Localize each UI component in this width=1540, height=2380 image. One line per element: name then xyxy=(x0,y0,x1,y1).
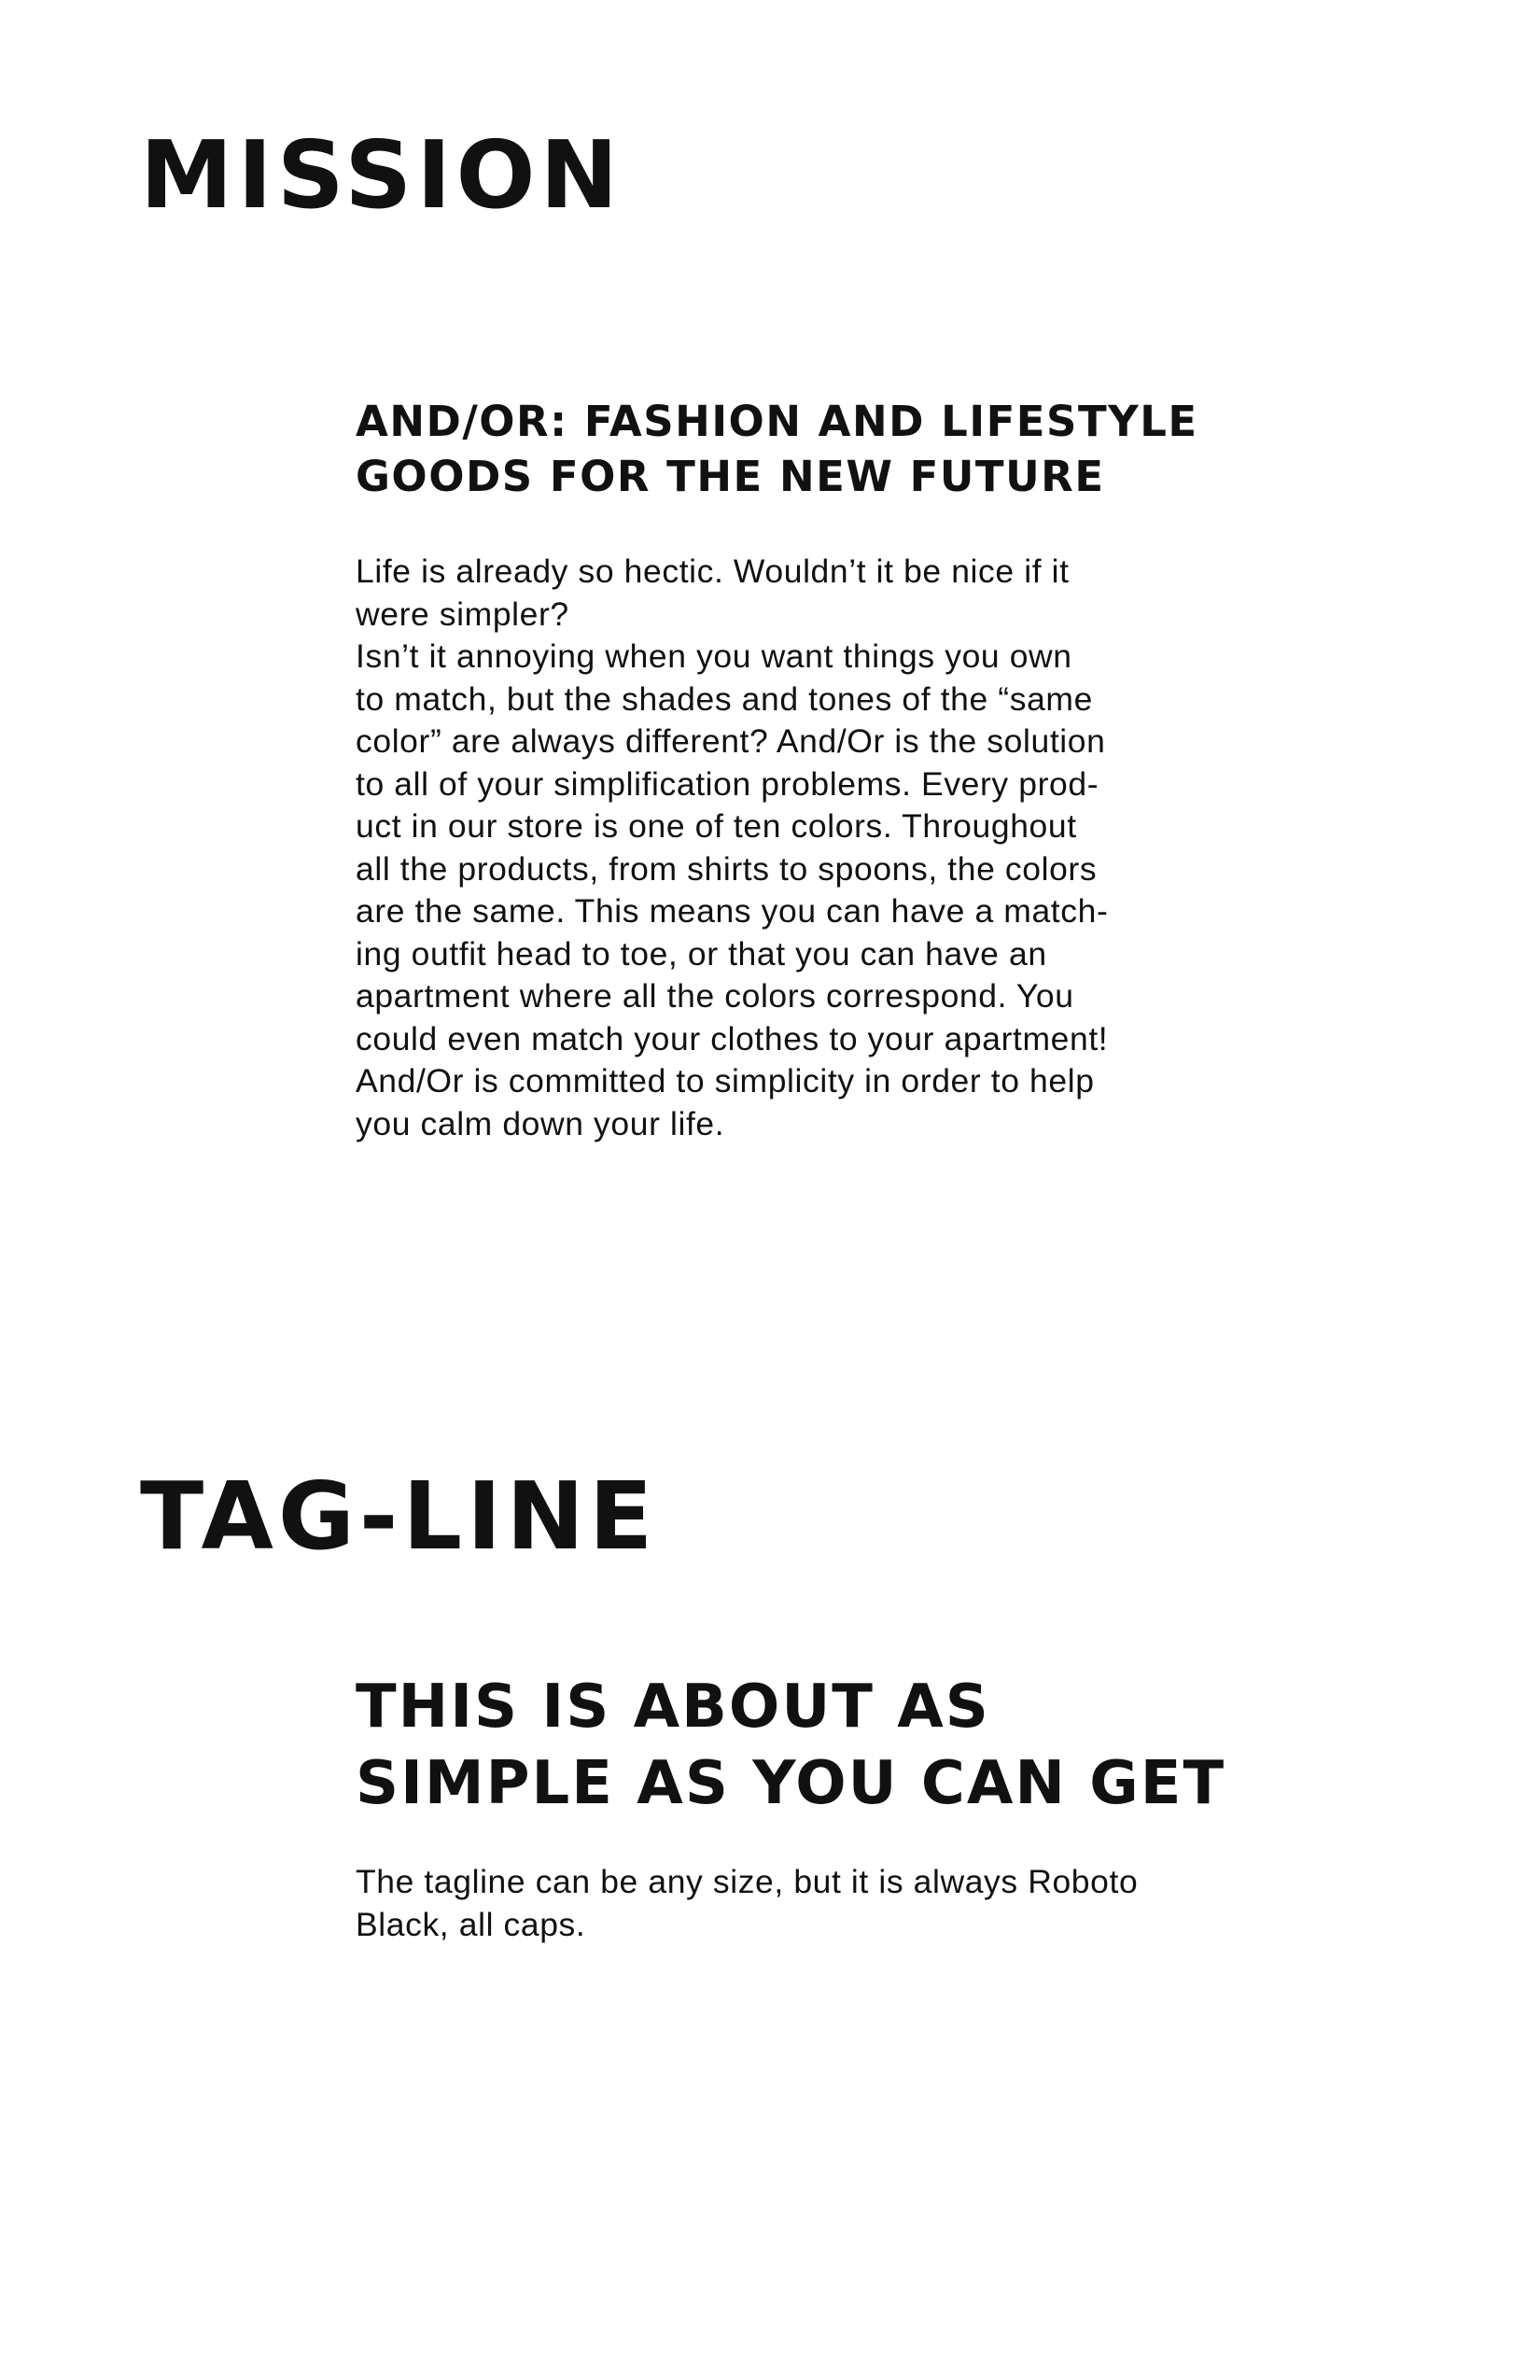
mission-body-line: are the same. This means you can have a … xyxy=(356,892,1109,930)
mission-heading-line: AND/OR: FASHION AND LIFESTYLE xyxy=(356,397,1198,446)
mission-body-line: ing outfit head to toe, or that you can … xyxy=(356,934,1047,973)
mission-body-line: uct in our store is one of ten colors. T… xyxy=(356,807,1077,845)
tagline-text: THIS IS ABOUT AS SIMPLE AS YOU CAN GET xyxy=(356,1669,1252,1822)
tagline-text-line: THIS IS ABOUT AS xyxy=(356,1673,990,1742)
mission-body-line: you calm down your life. xyxy=(356,1104,725,1142)
mission-body-line: to all of your simplification problems. … xyxy=(356,764,1099,803)
mission-body-line: to match, but the shades and tones of th… xyxy=(356,679,1093,718)
mission-body-line: Isn’t it annoying when you want things y… xyxy=(356,637,1072,675)
tagline-note-line: Black, all caps. xyxy=(356,1905,586,1943)
tagline-text-line: SIMPLE AS YOU CAN GET xyxy=(356,1749,1226,1818)
mission-body-line: apartment where all the colors correspon… xyxy=(356,977,1074,1015)
mission-body-line: color” are always different? And/Or is t… xyxy=(356,722,1106,760)
mission-section-title: MISSION xyxy=(140,120,623,230)
mission-body-line: And/Or is committed to simplicity in ord… xyxy=(356,1062,1095,1099)
mission-heading-line: GOODS FOR THE NEW FUTURE xyxy=(356,452,1105,501)
tagline-note-paragraph: The tagline can be any size, but it is a… xyxy=(356,1861,1196,1946)
mission-heading: AND/OR: FASHION AND LIFESTYLE GOODS FOR … xyxy=(356,394,1198,504)
tagline-note-line: The tagline can be any size, but it is a… xyxy=(356,1863,1139,1900)
mission-body-line: could even match your clothes to your ap… xyxy=(356,1019,1109,1057)
mission-body-paragraph: Life is already so hectic. Wouldn’t it b… xyxy=(356,551,1196,1145)
mission-body-line: Life is already so hectic. Wouldn’t it b… xyxy=(356,553,1070,590)
mission-body-line: were simpler? xyxy=(356,595,569,633)
mission-body-line: all the products, from shirts to spoons,… xyxy=(356,849,1098,888)
tagline-section-title: TAG-LINE xyxy=(140,1462,658,1571)
